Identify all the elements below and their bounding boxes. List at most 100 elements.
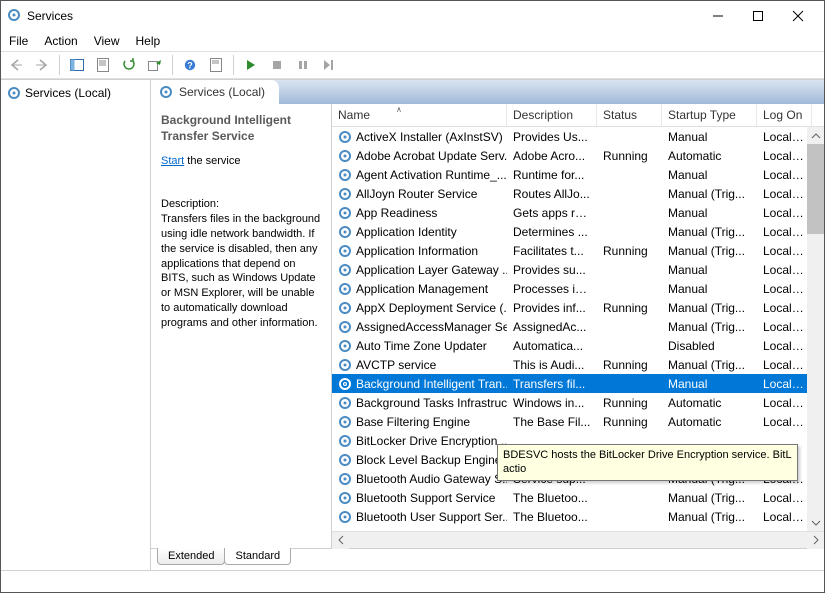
cell-logon: Local Sy: [757, 244, 812, 258]
properties-button[interactable]: [92, 54, 114, 76]
cell-description: Routes AllJo...: [507, 187, 597, 201]
gear-icon: [338, 472, 352, 486]
col-status[interactable]: Status: [597, 104, 662, 126]
table-row[interactable]: Bluetooth Support ServiceThe Bluetoo...M…: [332, 488, 824, 507]
tab-standard[interactable]: Standard: [224, 548, 291, 565]
gear-icon: [338, 282, 352, 296]
content-header-bar: Services (Local): [151, 80, 824, 104]
scroll-up-icon[interactable]: [807, 127, 824, 144]
table-row[interactable]: Agent Activation Runtime_...Runtime for.…: [332, 165, 824, 184]
scroll-right-icon[interactable]: [807, 532, 824, 549]
col-log-on[interactable]: Log On: [757, 104, 812, 126]
cell-name: Background Intelligent Tran...: [332, 377, 507, 391]
start-service-link[interactable]: Start: [161, 155, 184, 167]
cell-startup: Manual: [662, 130, 757, 144]
tab-extended[interactable]: Extended: [157, 548, 225, 565]
menu-view[interactable]: View: [94, 34, 120, 48]
back-button[interactable]: [5, 54, 27, 76]
cell-startup: Automatic: [662, 149, 757, 163]
horizontal-scrollbar[interactable]: [332, 531, 824, 548]
cell-name: Application Information: [332, 244, 507, 258]
show-hide-tree-button[interactable]: [66, 54, 88, 76]
cell-startup: Manual (Trig...: [662, 301, 757, 315]
col-name[interactable]: Name ∧: [332, 104, 507, 126]
table-row[interactable]: Background Tasks Infrastruc...Windows in…: [332, 393, 824, 412]
gear-icon: [338, 263, 352, 277]
cell-description: Facilitates t...: [507, 244, 597, 258]
cell-startup: Automatic: [662, 415, 757, 429]
cell-startup: Manual (Trig...: [662, 358, 757, 372]
properties2-button[interactable]: [205, 54, 227, 76]
cell-description: Windows in...: [507, 396, 597, 410]
table-row[interactable]: Adobe Acrobat Update Serv...Adobe Acro..…: [332, 146, 824, 165]
cell-startup: Manual (Trig...: [662, 225, 757, 239]
cell-startup: Manual: [662, 263, 757, 277]
pause-service-button[interactable]: [292, 54, 314, 76]
minimize-button[interactable]: [698, 2, 738, 30]
vertical-scrollbar[interactable]: [807, 127, 824, 531]
close-button[interactable]: [778, 2, 818, 30]
table-row[interactable]: AVCTP serviceThis is Audi...RunningManua…: [332, 355, 824, 374]
cell-name: Application Management: [332, 282, 507, 296]
col-description[interactable]: Description: [507, 104, 597, 126]
menu-file[interactable]: File: [9, 34, 28, 48]
cell-startup: Manual: [662, 282, 757, 296]
table-row[interactable]: Base Filtering EngineThe Base Fil...Runn…: [332, 412, 824, 431]
cell-name: ActiveX Installer (AxInstSV): [332, 130, 507, 144]
help-button[interactable]: ?: [179, 54, 201, 76]
menu-action[interactable]: Action: [44, 34, 77, 48]
table-row[interactable]: Bluetooth User Support Ser...The Bluetoo…: [332, 507, 824, 526]
tree-item-services-local[interactable]: Services (Local): [1, 84, 150, 102]
start-service-button[interactable]: [240, 54, 262, 76]
table-row[interactable]: Application Layer Gateway ...Provides su…: [332, 260, 824, 279]
table-row[interactable]: ActiveX Installer (AxInstSV)Provides Us.…: [332, 127, 824, 146]
export-list-button[interactable]: [144, 54, 166, 76]
col-startup-type[interactable]: Startup Type: [662, 104, 757, 126]
cell-startup: Manual: [662, 377, 757, 391]
cell-startup: Manual: [662, 168, 757, 182]
scrollbar-thumb[interactable]: [807, 144, 824, 234]
table-row[interactable]: AppX Deployment Service (...Provides inf…: [332, 298, 824, 317]
tree-item-label: Services (Local): [25, 86, 111, 100]
cell-startup: Manual (Trig...: [662, 187, 757, 201]
cell-description: Provides Us...: [507, 130, 597, 144]
cell-name: Auto Time Zone Updater: [332, 339, 507, 353]
maximize-button[interactable]: [738, 2, 778, 30]
table-row[interactable]: Auto Time Zone UpdaterAutomatica... Disab…: [332, 336, 824, 355]
table-row[interactable]: App ReadinessGets apps re...ManualLocal …: [332, 203, 824, 222]
svg-text:?: ?: [187, 61, 193, 71]
cell-description: This is Audi...: [507, 358, 597, 372]
cell-logon: Local Se: [757, 225, 812, 239]
cell-status: Running: [597, 149, 662, 163]
scroll-left-icon[interactable]: [332, 532, 349, 549]
gear-icon: [338, 358, 352, 372]
table-row[interactable]: AllJoyn Router ServiceRoutes AllJo...Man…: [332, 184, 824, 203]
refresh-button[interactable]: [118, 54, 140, 76]
cell-name: AppX Deployment Service (...: [332, 301, 507, 315]
table-row[interactable]: AssignedAccessManager Se...AssignedAc...…: [332, 317, 824, 336]
cell-logon: Local Sy: [757, 320, 812, 334]
gear-icon: [338, 130, 352, 144]
table-row[interactable]: Application IdentityDetermines ...Manual…: [332, 222, 824, 241]
scroll-down-icon[interactable]: [807, 514, 824, 531]
cell-description: The Base Fil...: [507, 415, 597, 429]
view-tabs: Extended Standard: [151, 548, 824, 570]
menubar: File Action View Help: [1, 31, 824, 51]
menu-help[interactable]: Help: [136, 34, 161, 48]
toolbar-separator: [172, 55, 173, 75]
table-row[interactable]: Application ManagementProcesses in...Man…: [332, 279, 824, 298]
stop-service-button[interactable]: [266, 54, 288, 76]
restart-service-button[interactable]: [318, 54, 340, 76]
cell-description: Provides inf...: [507, 301, 597, 315]
cell-startup: Disabled: [662, 339, 757, 353]
table-row[interactable]: Application InformationFacilitates t...R…: [332, 241, 824, 260]
table-row[interactable]: Background Intelligent Tran...Transfers …: [332, 374, 824, 393]
cell-logon: Local Se: [757, 187, 812, 201]
cell-description: Automatica...: [507, 339, 597, 353]
cell-name: Application Identity: [332, 225, 507, 239]
cell-logon: Local Sy: [757, 206, 812, 220]
cell-description: AssignedAc...: [507, 320, 597, 334]
cell-logon: Local Sy: [757, 377, 812, 391]
forward-button[interactable]: [31, 54, 53, 76]
cell-logon: Local Sy: [757, 168, 812, 182]
